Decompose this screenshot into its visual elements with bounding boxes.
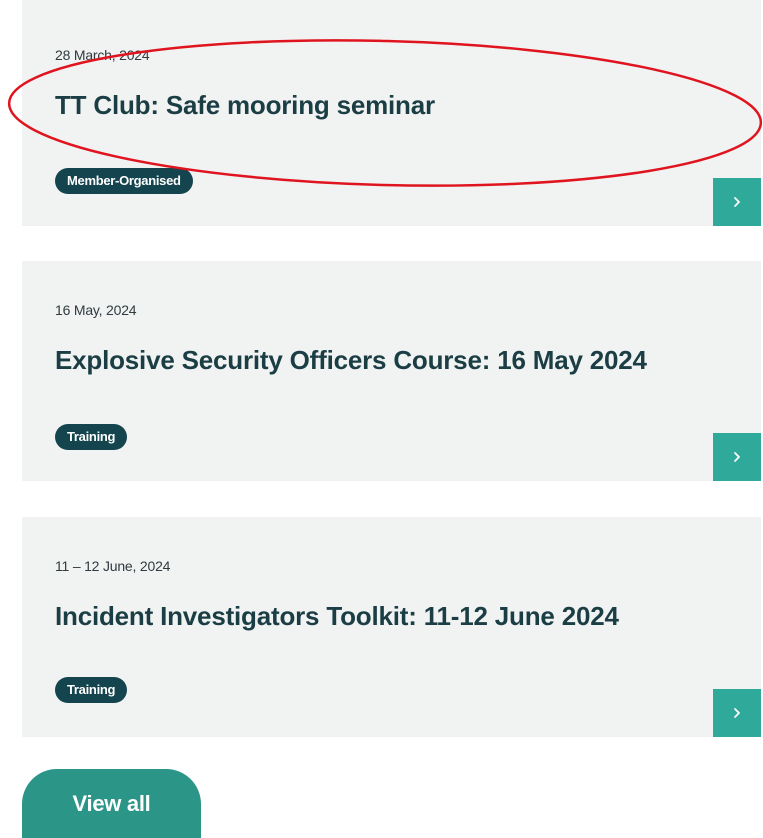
view-all-button[interactable]: View all (22, 769, 201, 838)
event-date: 28 March, 2024 (55, 47, 150, 63)
event-title[interactable]: Incident Investigators Toolkit: 11-12 Ju… (55, 601, 619, 632)
chevron-right-icon (734, 197, 740, 207)
event-date: 16 May, 2024 (55, 302, 137, 318)
event-category-tag: Training (55, 424, 128, 450)
event-open-button[interactable] (713, 433, 761, 481)
event-title[interactable]: Explosive Security Officers Course: 16 M… (55, 345, 647, 376)
event-title[interactable]: TT Club: Safe mooring seminar (55, 90, 435, 121)
event-open-button[interactable] (713, 178, 761, 226)
event-date: 11 – 12 June, 2024 (55, 558, 171, 574)
event-open-button[interactable] (713, 689, 761, 737)
event-card[interactable]: 16 May, 2024 Explosive Security Officers… (22, 261, 761, 481)
event-category-tag: Training (55, 677, 128, 703)
chevron-right-icon (734, 452, 740, 462)
event-card[interactable]: 28 March, 2024 TT Club: Safe mooring sem… (22, 0, 761, 226)
event-card[interactable]: 11 – 12 June, 2024 Incident Investigator… (22, 517, 761, 737)
chevron-right-icon (734, 708, 740, 718)
event-category-tag: Member-Organised (55, 168, 193, 194)
events-list: 28 March, 2024 TT Club: Safe mooring sem… (0, 0, 763, 838)
